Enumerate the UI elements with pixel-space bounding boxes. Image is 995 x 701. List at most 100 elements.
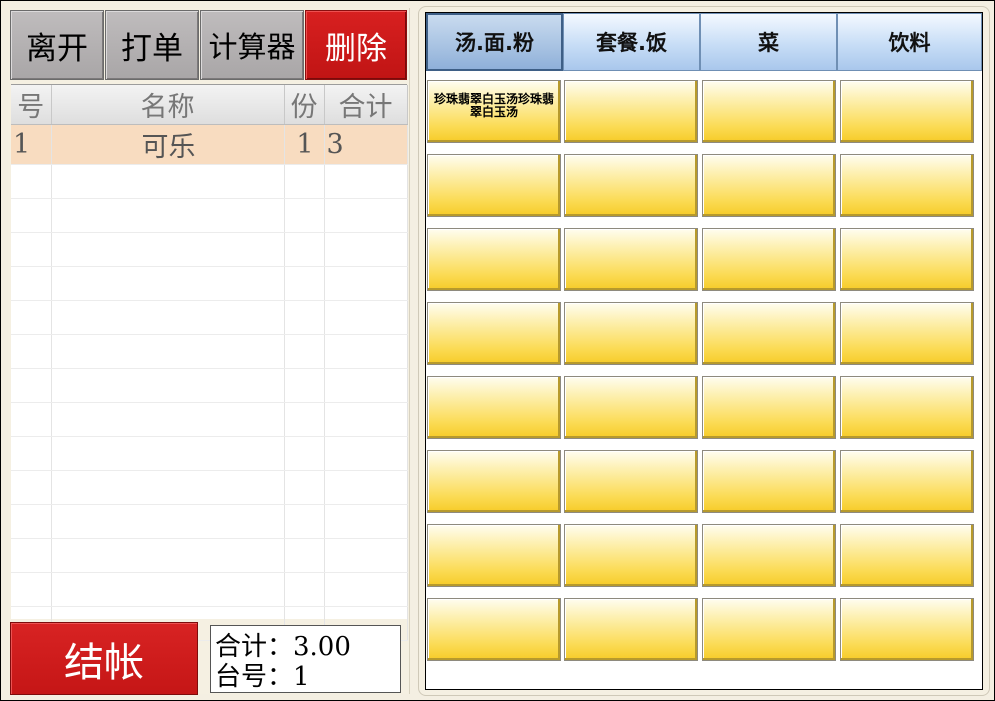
table-cell [284, 470, 325, 505]
print-order-button[interactable]: 打单 [105, 10, 199, 80]
table-cell [51, 538, 285, 573]
dish-button[interactable] [427, 376, 561, 439]
table-row[interactable] [11, 266, 408, 301]
table-cell [324, 232, 408, 267]
dish-button[interactable] [564, 154, 698, 217]
dish-button[interactable] [427, 228, 561, 291]
tab-drinks[interactable]: 饮料 [837, 13, 982, 71]
table-row[interactable] [11, 368, 408, 403]
dish-button[interactable] [840, 598, 974, 661]
table-cell [284, 198, 325, 233]
dish-button[interactable] [427, 598, 561, 661]
table-row[interactable] [11, 504, 408, 539]
table-cell [324, 368, 408, 403]
leave-button[interactable]: 离开 [10, 10, 104, 80]
dish-button[interactable]: 珍珠翡翠白玉汤珍珠翡翠白玉汤 [427, 80, 561, 143]
table-cell [284, 538, 325, 573]
dish-button[interactable] [840, 154, 974, 217]
dish-button[interactable] [564, 450, 698, 513]
dish-button[interactable] [702, 376, 836, 439]
table-cell [324, 198, 408, 233]
column-header-number[interactable]: 号 [11, 85, 52, 125]
table-row[interactable] [11, 470, 408, 505]
dish-button[interactable] [702, 80, 836, 143]
dish-button[interactable] [564, 302, 698, 365]
table-cell [11, 266, 52, 301]
dish-button[interactable] [840, 228, 974, 291]
column-header-quantity[interactable]: 份 [284, 85, 325, 125]
table-cell [284, 572, 325, 607]
dish-button[interactable] [702, 598, 836, 661]
order-table: 号 名称 份 合计 1 可乐 1 3 [11, 84, 408, 641]
dish-button[interactable] [702, 228, 836, 291]
table-row[interactable]: 1 可乐 1 3 [11, 124, 408, 165]
table-cell [324, 334, 408, 369]
table-cell [51, 232, 285, 267]
dish-button[interactable] [702, 524, 836, 587]
column-header-name[interactable]: 名称 [51, 85, 285, 125]
table-row[interactable] [11, 572, 408, 607]
table-cell [284, 266, 325, 301]
summary-total: 合计：3.00 [215, 632, 351, 662]
table-row[interactable] [11, 436, 408, 471]
dish-button[interactable] [427, 450, 561, 513]
table-cell [324, 402, 408, 437]
table-row[interactable] [11, 198, 408, 233]
row-number: 1 [11, 124, 52, 165]
menu-area: 汤.面.粉 套餐.饭 菜 饮料 珍珠翡翠白玉汤珍珠翡翠白玉汤 [425, 12, 983, 690]
table-row[interactable] [11, 538, 408, 573]
table-cell [51, 266, 285, 301]
tab-dishes[interactable]: 菜 [700, 13, 837, 71]
calculator-button[interactable]: 计算器 [200, 10, 304, 80]
table-row[interactable] [11, 334, 408, 369]
table-cell [51, 164, 285, 199]
table-cell [11, 436, 52, 471]
table-cell [51, 300, 285, 335]
dish-button[interactable] [564, 598, 698, 661]
dish-button[interactable] [702, 302, 836, 365]
dish-button[interactable] [427, 524, 561, 587]
table-row[interactable] [11, 300, 408, 335]
table-row[interactable] [11, 402, 408, 437]
table-cell [51, 198, 285, 233]
dish-button[interactable] [840, 524, 974, 587]
table-cell [11, 232, 52, 267]
table-cell [284, 334, 325, 369]
table-cell [324, 572, 408, 607]
dish-button[interactable] [427, 302, 561, 365]
table-cell [324, 164, 408, 199]
dish-button[interactable] [840, 450, 974, 513]
table-cell [324, 504, 408, 539]
table-cell [51, 504, 285, 539]
column-header-total[interactable]: 合计 [324, 85, 408, 125]
table-cell [51, 334, 285, 369]
table-cell [11, 164, 52, 199]
table-cell [11, 198, 52, 233]
checkout-button[interactable]: 结帐 [10, 622, 198, 695]
tab-set-meals-rice[interactable]: 套餐.饭 [563, 13, 700, 71]
dish-button[interactable] [564, 80, 698, 143]
delete-button[interactable]: 删除 [305, 10, 407, 80]
table-cell [324, 266, 408, 301]
dish-button[interactable] [840, 80, 974, 143]
summary-table-number: 台号：1 [215, 662, 310, 692]
table-cell [284, 436, 325, 471]
dish-button[interactable] [702, 450, 836, 513]
dish-button[interactable] [564, 228, 698, 291]
dish-button[interactable] [564, 524, 698, 587]
dish-button[interactable] [840, 376, 974, 439]
table-row[interactable] [11, 164, 408, 199]
order-summary: 合计：3.00 台号：1 [210, 625, 401, 693]
table-cell [51, 470, 285, 505]
row-quantity: 1 [284, 124, 325, 165]
menu-panel: 汤.面.粉 套餐.饭 菜 饮料 珍珠翡翠白玉汤珍珠翡翠白玉汤 [418, 6, 990, 696]
tab-soup-noodles[interactable]: 汤.面.粉 [426, 13, 563, 71]
dish-button[interactable] [427, 154, 561, 217]
order-table-header: 号 名称 份 合计 [11, 85, 408, 125]
dish-button[interactable] [840, 302, 974, 365]
dish-button[interactable] [702, 154, 836, 217]
table-row[interactable] [11, 232, 408, 267]
dish-button[interactable] [564, 376, 698, 439]
table-cell [324, 436, 408, 471]
table-cell [324, 470, 408, 505]
